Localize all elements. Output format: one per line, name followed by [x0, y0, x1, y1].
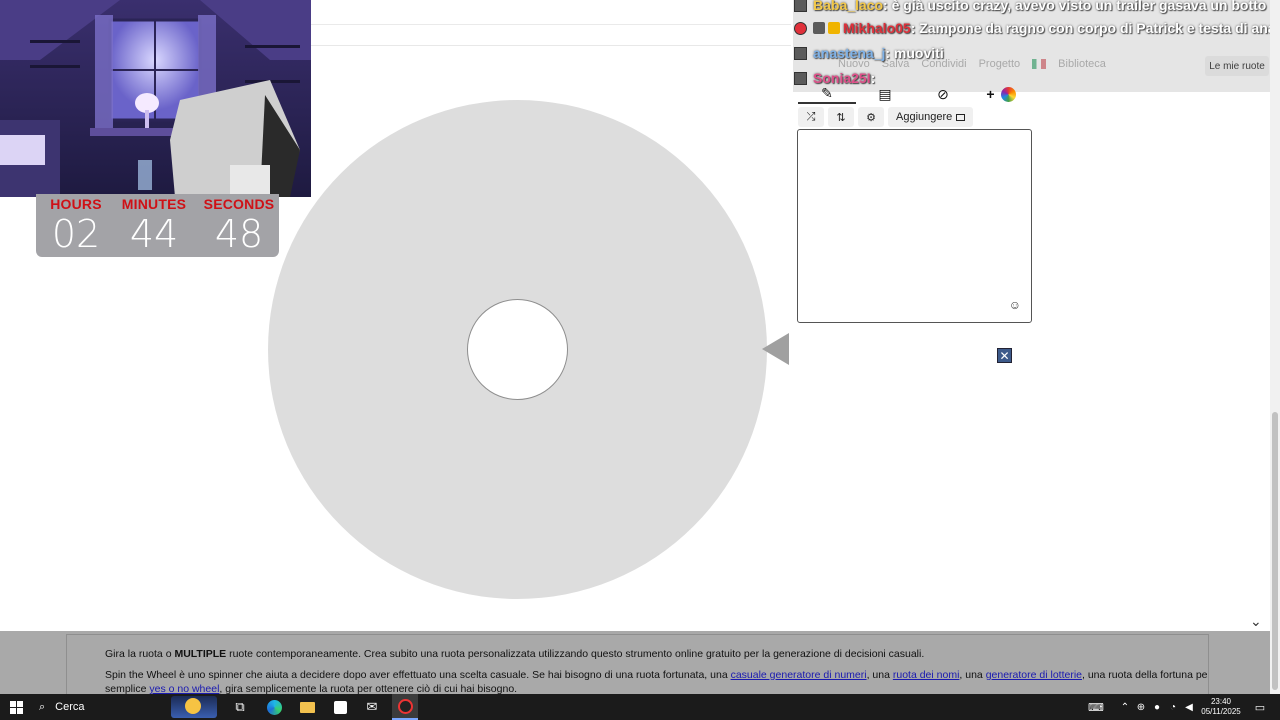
network-icon[interactable]: ⊕ [1134, 694, 1148, 720]
timer-minutes-value: 44 [129, 212, 179, 256]
timer-hours-value: 02 [51, 212, 101, 256]
store-icon[interactable] [330, 694, 350, 720]
countdown-timer: HOURS 02 MINUTES 44 SECONDS 48 [36, 194, 279, 257]
file-explorer-icon[interactable] [297, 694, 317, 720]
shuffle-button[interactable]: ⤮ [798, 107, 824, 127]
taskbar-search[interactable]: ⌕ Cerca [33, 694, 223, 720]
add-wheel-label: + [986, 86, 995, 102]
image-icon [956, 113, 966, 121]
timer-hours-label: HOURS [50, 196, 102, 212]
description-panel: Gira la ruota o MULTIPLE ruote contempor… [66, 634, 1209, 694]
text-bold: MULTIPLE [174, 648, 227, 660]
notifications-icon[interactable]: ▭ [1252, 694, 1268, 720]
chat-overlay: Baba_laco : è già uscito crazy, avevo vi… [793, 0, 1280, 92]
editor-tabs: ✎ ▤ ⊘ + [798, 84, 1038, 104]
wheel-pointer-icon [762, 333, 789, 365]
chat-username: Baba_laco [813, 0, 884, 13]
volume-icon[interactable]: ◀ [1182, 694, 1196, 720]
chat-text: : muoviti [885, 45, 944, 61]
tab-edit[interactable]: ✎ [798, 84, 856, 104]
entries-input[interactable]: ☺ [797, 129, 1032, 323]
chat-message: anastena_j : muoviti [793, 42, 944, 64]
shuffle-icon: ⤮ [806, 110, 816, 123]
keyboard-icon[interactable]: ⌨ [1088, 694, 1104, 720]
chat-message: Mikhalo05 : Zampone da ragno con corpo d… [793, 17, 1280, 39]
sort-icon: ⇅ [836, 111, 846, 124]
timer-seconds: SECONDS 48 [199, 196, 279, 256]
chat-avatar-icon [794, 71, 807, 85]
chat-username: Mikhalo05 [843, 20, 911, 36]
search-placeholder: Cerca [55, 701, 85, 713]
entries-toolbar: ⤮ ⇅ ⚙ Aggiungere [798, 107, 974, 127]
link-name-wheel[interactable]: ruota dei nomi [893, 669, 960, 681]
mail-icon[interactable]: ✉ [362, 694, 382, 720]
tab-add-wheel[interactable]: + [972, 84, 1030, 104]
text: Gira la ruota o [105, 648, 175, 660]
description-line-1: Gira la ruota o MULTIPLE ruote contempor… [105, 648, 924, 660]
link-random-number[interactable]: casuale generatore di numeri [731, 669, 867, 681]
description-line-2: Spin the Wheel è uno spinner che aiuta a… [105, 669, 1208, 681]
chat-message: Baba_laco : è già uscito crazy, avevo vi… [793, 0, 1266, 16]
chat-badge-icon [794, 21, 807, 35]
text: semplice [105, 683, 150, 694]
search-icon: ⌕ [39, 700, 46, 713]
microphone-icon[interactable]: ● [1150, 694, 1164, 720]
timer-seconds-value: 48 [214, 212, 264, 256]
text: , una ruota della fortuna per i giochi o… [1082, 669, 1208, 681]
webcam-overlay [0, 0, 311, 197]
description-line-3: semplice yes o no wheel, gira sempliceme… [105, 683, 517, 694]
task-view-icon[interactable]: ⧉ [230, 694, 250, 720]
text: , una [959, 669, 986, 681]
chat-avatar-icon [794, 0, 807, 12]
gear-icon: ⚙ [866, 111, 876, 124]
tab-results[interactable]: ▤ [856, 84, 914, 104]
clock[interactable]: 23:40 05/11/2025 [1198, 694, 1244, 720]
timer-seconds-label: SECONDS [203, 196, 275, 212]
settings-button[interactable]: ⚙ [858, 107, 884, 127]
eye-slash-icon: ⊘ [937, 85, 949, 102]
chat-text: : è già uscito crazy, avevo visto un tra… [883, 0, 1267, 13]
text: ruote contemporaneamente. Crea subito un… [226, 648, 925, 660]
chat-username: anastena_j [813, 45, 886, 61]
search-highlight-icon [171, 696, 217, 718]
spin-wheel[interactable] [268, 100, 767, 599]
pencil-icon: ✎ [821, 84, 833, 101]
obs-icon[interactable] [392, 694, 418, 720]
link-yes-no[interactable]: yes o no wheel [149, 683, 219, 694]
clipboard-icon: ▤ [878, 85, 892, 102]
chat-avatar-icon [794, 46, 807, 60]
clock-date: 05/11/2025 [1201, 707, 1241, 716]
text: , gira semplicemente la ruota per ottene… [219, 683, 518, 694]
taskbar: ⌕ Cerca ⧉ ✉ ⌨ ⌃ ⊕ ● ◔ ◀ 23:40 05/11/2025… [0, 694, 1280, 720]
chevron-down-icon[interactable]: ⌄ [1250, 613, 1262, 630]
add-image-button[interactable]: Aggiungere [888, 107, 974, 127]
chat-emote-icon [828, 22, 840, 34]
text: Spin the Wheel è uno spinner che aiuta a… [105, 669, 731, 681]
webcam-image [0, 0, 311, 197]
sort-button[interactable]: ⇅ [828, 107, 854, 127]
wheel-center-button[interactable] [467, 299, 568, 400]
emoji-icon[interactable]: ☺ [1009, 298, 1021, 312]
edge-icon[interactable] [264, 694, 284, 720]
palette-icon [1000, 86, 1016, 102]
chat-avatar-icon [813, 22, 825, 34]
add-image-label: Aggiungere [896, 111, 953, 123]
chevron-up-icon[interactable]: ⌃ [1118, 694, 1132, 720]
text: , una [866, 669, 893, 681]
divider [311, 24, 791, 25]
timer-hours: HOURS 02 [36, 196, 116, 256]
link-lottery[interactable]: generatore di lotterie [986, 669, 1082, 681]
timer-minutes-label: MINUTES [121, 196, 187, 212]
page-top-bar [311, 0, 791, 46]
wifi-icon[interactable]: ◔ [1166, 694, 1180, 720]
timer-minutes: MINUTES 44 [114, 196, 194, 256]
windows-start-icon[interactable] [6, 694, 26, 720]
chat-text: : Zampone da ragno con corpo di Patrick … [910, 20, 1280, 36]
tab-hidden[interactable]: ⊘ [914, 84, 972, 104]
clock-time: 23:40 [1210, 697, 1231, 706]
scrollbar-thumb[interactable] [1272, 412, 1278, 690]
close-icon[interactable]: ✕ [997, 348, 1012, 363]
